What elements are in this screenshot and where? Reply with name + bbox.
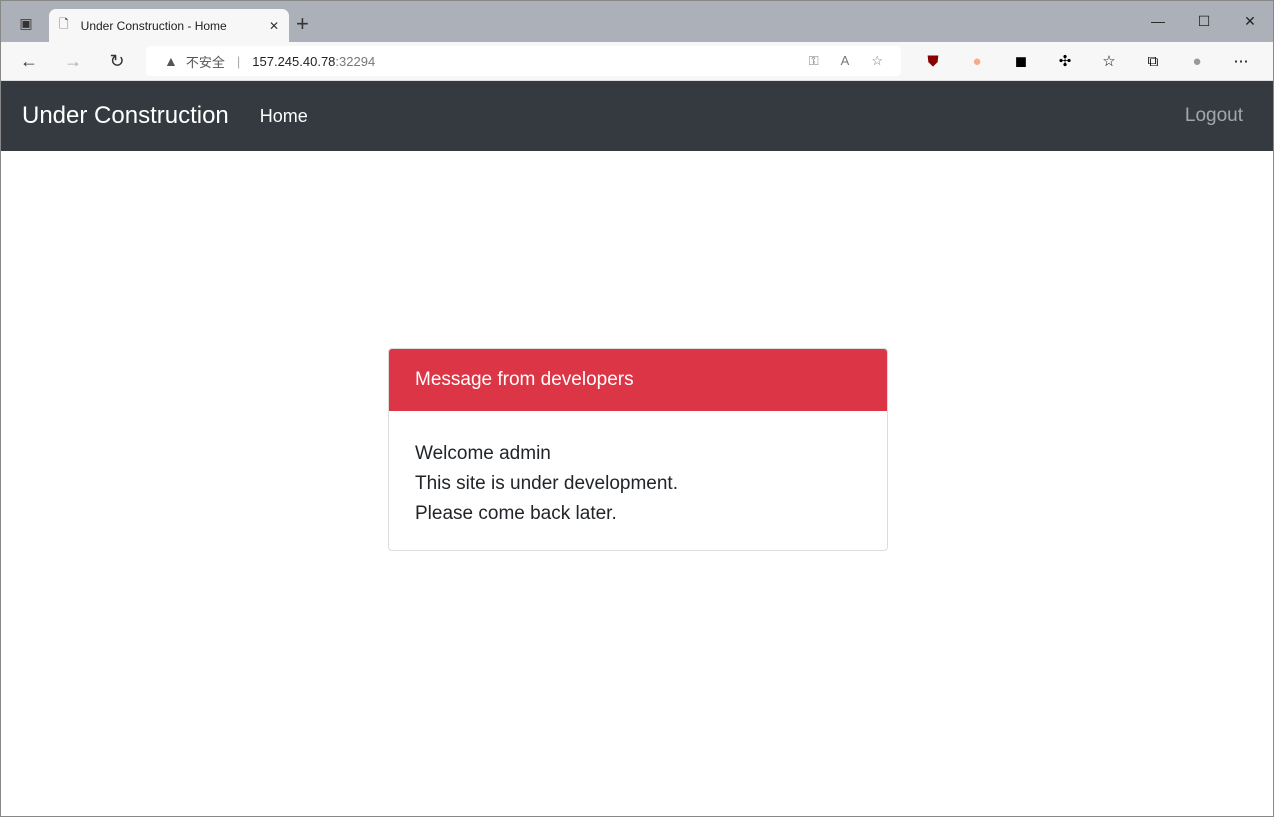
page-icon: 🗋 xyxy=(59,17,69,31)
tab-active[interactable]: 🗋 Under Construction - Home ✕ xyxy=(49,9,289,42)
forward-icon[interactable]: → xyxy=(51,43,95,79)
extensions: ⛊ ● ◼ ✣ ☆ ⧉ ● ⋯ xyxy=(911,46,1263,76)
card-body: Welcome admin This site is under develop… xyxy=(389,411,887,550)
maximize-icon[interactable]: ☐ xyxy=(1181,1,1227,41)
add-favorite-icon[interactable]: ☆ xyxy=(871,53,883,69)
nav-home[interactable]: Home xyxy=(260,106,308,127)
collections-icon[interactable]: ⧉ xyxy=(1131,46,1175,76)
back-icon[interactable]: ← xyxy=(7,43,51,79)
extension-tampermonkey-icon[interactable]: ◼ xyxy=(999,46,1043,76)
close-window-icon[interactable]: ✕ xyxy=(1227,1,1273,41)
extensions-icon[interactable]: ✣ xyxy=(1043,46,1087,76)
minimize-icon[interactable]: — xyxy=(1135,1,1181,41)
tab-title: Under Construction - Home xyxy=(80,18,227,33)
profile-avatar[interactable]: ● xyxy=(1175,46,1219,76)
address-bar[interactable]: ▲ 不安全 | 157.245.40.78:32294 ⚿ A ☆ xyxy=(146,46,901,76)
extension-ring-icon[interactable]: ● xyxy=(955,46,999,76)
url-port: :32294 xyxy=(335,53,376,69)
new-tab-icon[interactable]: + xyxy=(296,11,309,37)
read-aloud-icon[interactable]: A xyxy=(841,53,850,69)
divider: | xyxy=(236,53,241,69)
close-tab-icon[interactable]: ✕ xyxy=(269,19,279,33)
card-header: Message from developers xyxy=(389,349,887,411)
tab-actions-icon[interactable]: ▣ xyxy=(15,14,37,32)
nav-logout[interactable]: Logout xyxy=(1185,105,1243,127)
tab-bar: ▣ 🗋 Under Construction - Home ✕ + — ☐ ✕ xyxy=(1,1,1273,42)
message-text: Please come back later. xyxy=(415,503,617,524)
message-text: This site is under development. xyxy=(415,473,678,494)
navbar: Under Construction Home Logout xyxy=(1,81,1273,151)
welcome-text: Welcome admin xyxy=(415,443,551,464)
security-label[interactable]: 不安全 xyxy=(186,52,225,71)
refresh-icon[interactable]: ↻ xyxy=(95,43,139,79)
favorites-icon[interactable]: ☆ xyxy=(1087,46,1131,76)
url-host: 157.245.40.78 xyxy=(252,53,336,69)
warning-icon: ▲ xyxy=(164,53,178,69)
message-card: Message from developers Welcome admin Th… xyxy=(388,348,888,551)
brand-link[interactable]: Under Construction xyxy=(22,102,229,130)
ublock-icon[interactable]: ⛊ xyxy=(911,46,955,76)
key-icon[interactable]: ⚿ xyxy=(809,53,819,69)
more-icon[interactable]: ⋯ xyxy=(1219,46,1263,76)
